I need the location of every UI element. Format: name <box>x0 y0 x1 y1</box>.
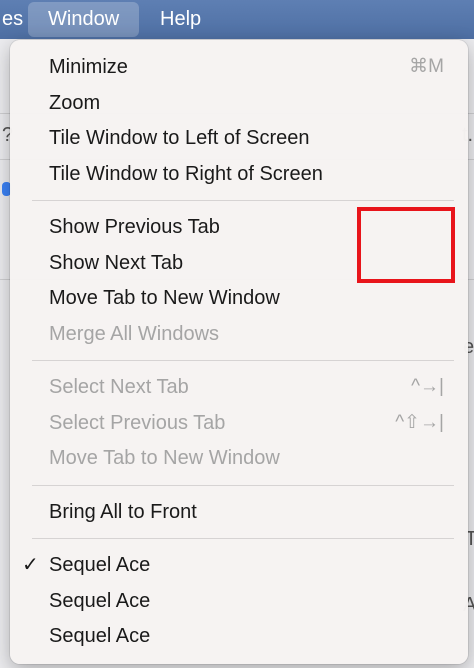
menu-item-tile-window-to-left-of-screen[interactable]: Tile Window to Left of Screen <box>10 121 468 155</box>
menu-item-sequel-ace[interactable]: Sequel Ace <box>10 584 468 618</box>
menu-item-sequel-ace[interactable]: Sequel Ace <box>10 619 468 653</box>
menu-item-label: Select Previous Tab <box>49 411 226 434</box>
menu-item-label: Show Next Tab <box>49 251 184 274</box>
menu-item-zoom[interactable]: Zoom <box>10 86 468 120</box>
menu-item-label: Sequel Ace <box>49 625 151 647</box>
menubar-item-help[interactable]: Help <box>150 0 211 39</box>
menu-bar: es Window Help <box>0 0 474 39</box>
menubar-item-window[interactable]: Window <box>28 2 140 37</box>
menu-item-shortcut: ^⇧→| <box>395 411 444 433</box>
menu-item-label: Sequel Ace <box>49 554 151 576</box>
menu-separator <box>32 360 454 361</box>
menu-item-move-tab-to-new-window[interactable]: Move Tab to New Window <box>10 281 468 315</box>
menu-item-label: Show Previous Tab <box>49 216 220 238</box>
menu-separator <box>32 538 454 539</box>
menu-item-label: Merge All Windows <box>49 322 220 345</box>
menu-item-label: Select Next Tab <box>49 376 189 398</box>
menu-item-sequel-ace[interactable]: ✓ Sequel Ace <box>10 548 468 582</box>
menu-item-label: Move Tab to New Window <box>49 287 280 309</box>
menu-item-minimize[interactable]: Minimize ⌘M <box>10 50 468 84</box>
checkmark-icon: ✓ <box>22 554 39 576</box>
highlight-box <box>357 207 455 283</box>
menu-item-select-next-tab: Select Next Tab ^→| <box>10 370 468 404</box>
menu-item-label: Move Tab to New Window <box>49 447 280 469</box>
menu-item-move-tab-to-new-window: Move Tab to New Window <box>10 441 468 475</box>
menu-item-label: Minimize <box>49 56 128 78</box>
menu-item-select-previous-tab: Select Previous Tab ^⇧→| <box>10 406 468 440</box>
window-menu-dropdown: Minimize ⌘M Zoom Tile Window to Left of Scr… <box>10 40 468 664</box>
menu-item-label: Zoom <box>49 91 101 114</box>
menu-item-tile-window-to-right-of-screen[interactable]: Tile Window to Right of Screen <box>10 157 468 191</box>
menu-separator <box>32 200 454 201</box>
menu-item-label: Tile Window to Right of Screen <box>49 162 323 185</box>
menu-item-bring-all-to-front[interactable]: Bring All to Front <box>10 495 468 529</box>
menu-item-shortcut: ⌘M <box>409 56 444 77</box>
menu-item-label: Tile Window to Left of Screen <box>49 127 310 149</box>
menu-item-label: Sequel Ace <box>49 589 151 612</box>
menu-item-shortcut: ^→| <box>411 376 444 397</box>
menu-separator <box>32 484 454 486</box>
menu-item-label: Bring All to Front <box>49 500 197 523</box>
menu-item-merge-all-windows: Merge All Windows <box>10 317 468 351</box>
